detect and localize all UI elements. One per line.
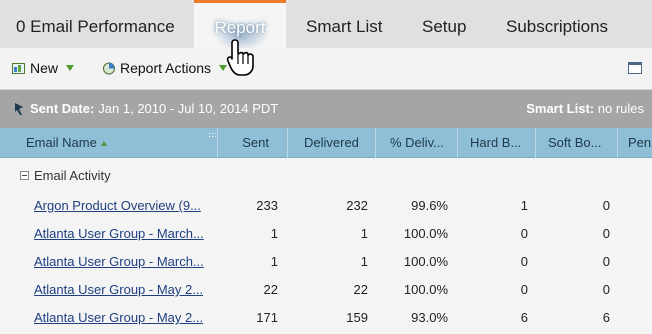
email-name-link[interactable]: Atlanta User Group - May 2... — [34, 282, 209, 297]
toolbar: New Report Actions — [0, 48, 652, 90]
group-row-email-activity: Email Activity — [0, 158, 652, 192]
tab-bar: 0 Email Performance Report Smart List Se… — [0, 0, 652, 51]
delivered-value: 232 — [346, 198, 368, 213]
sent-value: 233 — [256, 198, 278, 213]
smart-list-value: no rules — [597, 101, 644, 116]
collapse-icon[interactable] — [20, 171, 29, 180]
table-row: Atlanta User Group - May 2... 171 159 93… — [0, 304, 652, 332]
email-name-link[interactable]: Atlanta User Group - March... — [34, 254, 209, 269]
new-report-icon — [12, 62, 25, 74]
pct-delivered-value: 100.0% — [403, 254, 448, 269]
new-button-label: New — [30, 60, 59, 76]
column-header-soft-bounced[interactable]: Soft Bo... — [536, 128, 618, 158]
column-resize-grip-icon[interactable] — [208, 132, 216, 138]
pct-delivered-value: 100.0% — [403, 226, 448, 241]
table-header: Email Name Sent Delivered % Deliv... Har… — [0, 128, 652, 158]
soft-bounced-value: 6 — [602, 310, 610, 325]
email-name-link[interactable]: Atlanta User Group - May 2... — [34, 310, 209, 325]
report-actions-label: Report Actions — [120, 60, 212, 76]
chevron-down-icon — [66, 65, 75, 71]
pct-delivered-value: 99.6% — [411, 198, 448, 213]
filter-bar: Sent Date: Jan 1, 2010 - Jul 10, 2014 PD… — [0, 90, 652, 128]
report-actions-icon — [103, 62, 115, 74]
filter-icon — [15, 102, 23, 115]
delivered-value: 159 — [346, 310, 368, 325]
sort-ascending-icon — [100, 141, 107, 147]
new-button[interactable]: New — [12, 60, 75, 76]
column-header-hard-bounced[interactable]: Hard B... — [458, 128, 536, 158]
table-row: Atlanta User Group - March... 1 1 100.0%… — [0, 220, 652, 248]
sent-date-filter[interactable]: Sent Date: Jan 1, 2010 - Jul 10, 2014 PD… — [14, 101, 278, 116]
email-name-link[interactable]: Atlanta User Group - March... — [34, 226, 209, 241]
soft-bounced-value: 0 — [602, 226, 610, 241]
tab-setup[interactable]: Setup — [422, 0, 466, 48]
table-row: Atlanta User Group - March... 1 1 100.0%… — [0, 248, 652, 276]
hard-bounced-value: 0 — [520, 282, 528, 297]
report-actions-button[interactable]: Report Actions — [102, 60, 228, 76]
sent-value: 1 — [270, 254, 278, 269]
sent-date-label: Sent Date: — [30, 101, 95, 116]
column-header-email-name[interactable]: Email Name — [0, 128, 218, 158]
soft-bounced-value: 0 — [602, 282, 610, 297]
delivered-value: 22 — [353, 282, 368, 297]
hard-bounced-value: 0 — [520, 226, 528, 241]
delivered-value: 1 — [360, 254, 368, 269]
table-body: Email Activity Argon Product Overview (9… — [0, 158, 652, 334]
smart-list-filter[interactable]: Smart List: no rules — [526, 101, 644, 116]
pct-delivered-value: 93.0% — [411, 310, 448, 325]
column-header-pending[interactable]: Pen — [618, 128, 652, 158]
sent-value: 1 — [270, 226, 278, 241]
soft-bounced-value: 0 — [602, 198, 610, 213]
column-header-label: Email Name — [26, 135, 97, 150]
table-row: Argon Product Overview (9... 233 232 99.… — [0, 192, 652, 220]
sent-value: 171 — [256, 310, 278, 325]
hard-bounced-value: 6 — [520, 310, 528, 325]
window-icon[interactable] — [628, 62, 642, 74]
smart-list-label: Smart List: — [526, 101, 595, 116]
tab-subscriptions[interactable]: Subscriptions — [506, 0, 608, 48]
pct-delivered-value: 100.0% — [403, 282, 448, 297]
hand-cursor-icon — [226, 39, 254, 76]
column-header-pct-delivered[interactable]: % Deliv... — [376, 128, 458, 158]
soft-bounced-value: 0 — [602, 254, 610, 269]
column-header-sent[interactable]: Sent — [218, 128, 288, 158]
sent-date-value: Jan 1, 2010 - Jul 10, 2014 PDT — [98, 101, 279, 116]
table-row: Atlanta User Group - May 2... 22 22 100.… — [0, 276, 652, 304]
column-header-delivered[interactable]: Delivered — [288, 128, 376, 158]
tab-report-label: Report — [214, 18, 266, 37]
tab-smart-list[interactable]: Smart List — [306, 0, 383, 48]
email-name-link[interactable]: Argon Product Overview (9... — [34, 198, 209, 213]
hard-bounced-value: 1 — [520, 198, 528, 213]
delivered-value: 1 — [360, 226, 368, 241]
tab-email-performance[interactable]: 0 Email Performance — [16, 0, 175, 48]
hard-bounced-value: 0 — [520, 254, 528, 269]
sent-value: 22 — [263, 282, 278, 297]
group-label: Email Activity — [34, 168, 111, 183]
